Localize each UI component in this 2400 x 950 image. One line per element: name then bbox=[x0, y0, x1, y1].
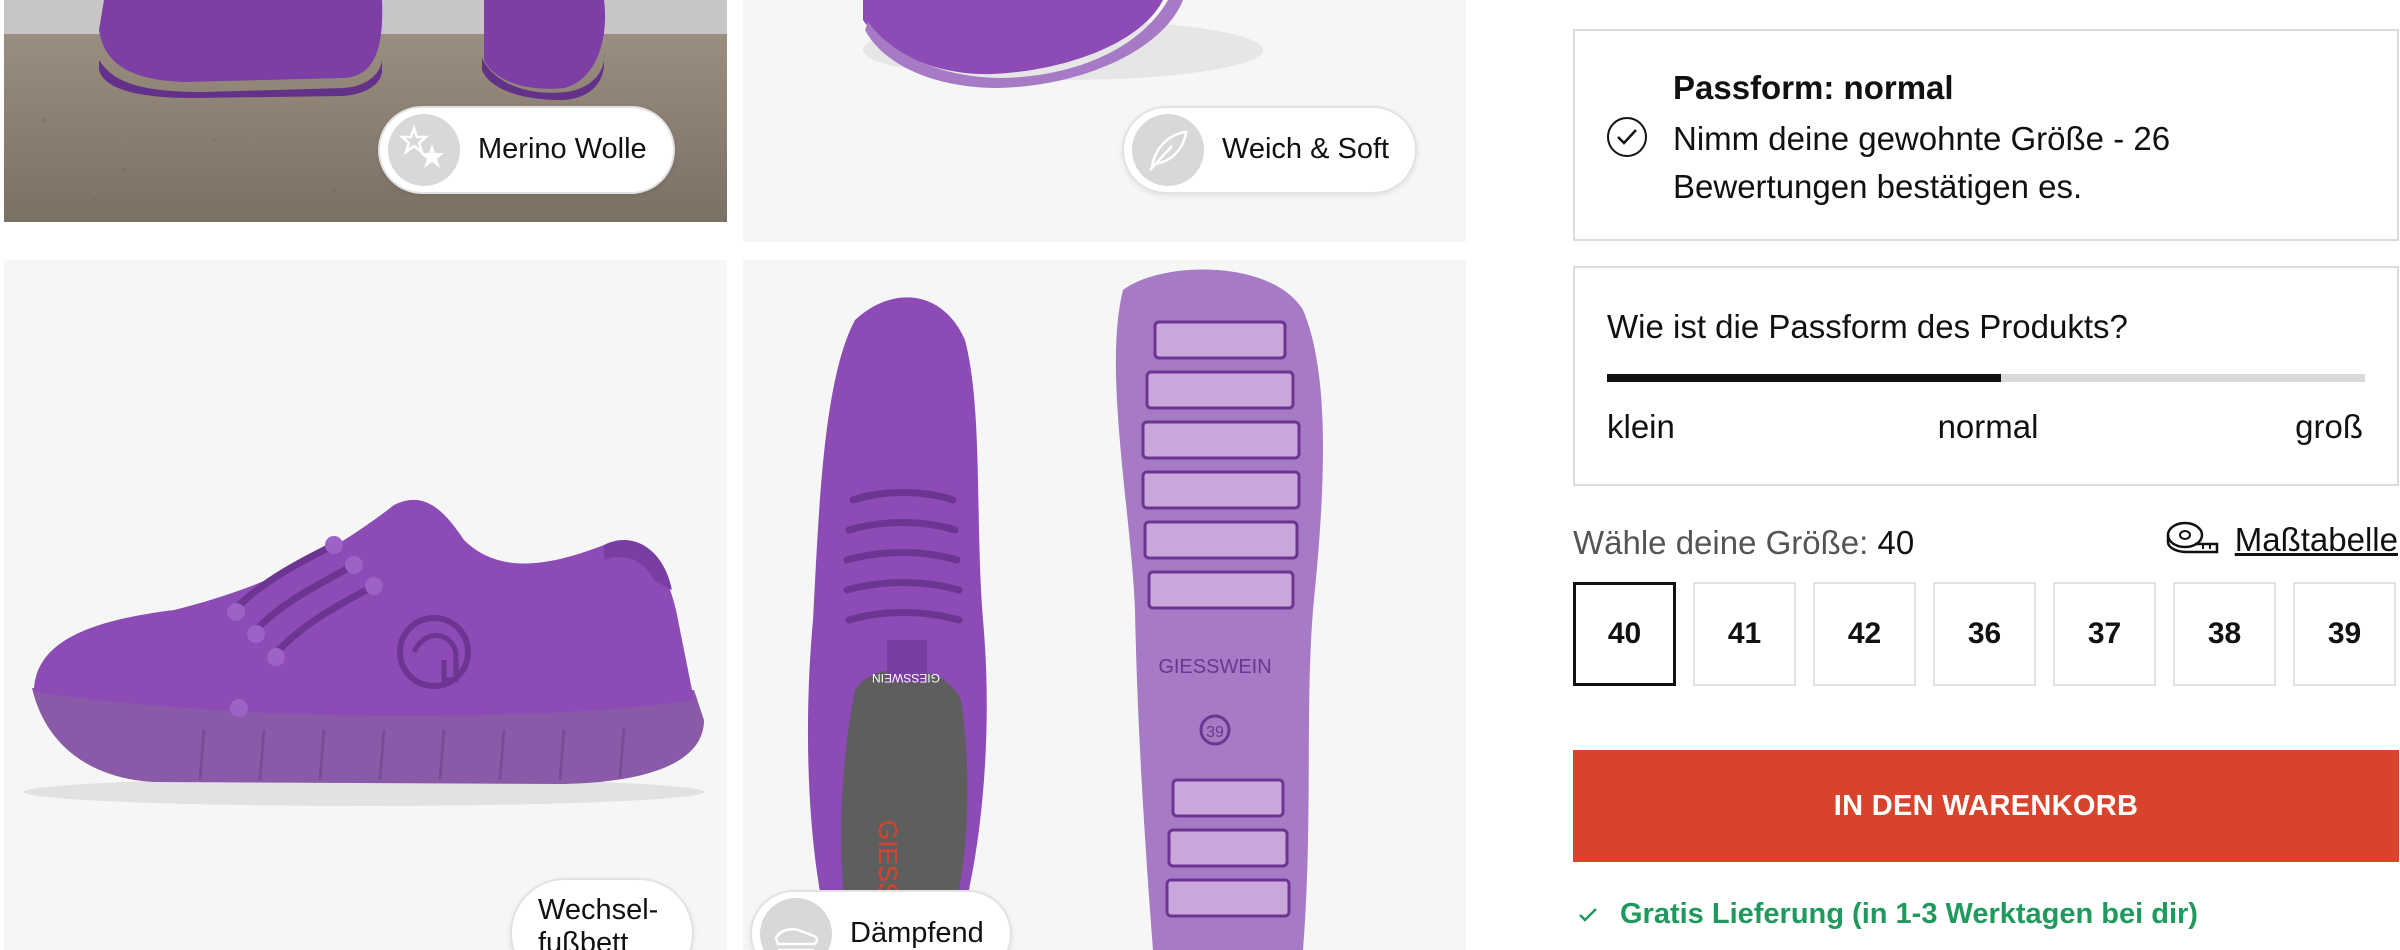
fit-scale-large: groß bbox=[2295, 408, 2363, 445]
fit-summary-box: Passform: normal Nimm deine gewohnte Grö… bbox=[1573, 29, 2399, 241]
shoe-side-photo bbox=[24, 499, 704, 806]
fit-survey-box: Wie ist die Passform des Produkts? klein… bbox=[1573, 266, 2399, 486]
size-option[interactable]: 36 bbox=[1933, 582, 2036, 686]
size-option[interactable]: 37 bbox=[2053, 582, 2156, 686]
badge-footbed: Wechsel-fußbett bbox=[510, 878, 694, 950]
fit-text: Nimm deine gewohnte Größe - 26 Bewertung… bbox=[1673, 120, 2171, 205]
size-selector-label: Wähle deine Größe: 40 bbox=[1573, 524, 1915, 561]
sole-size-label: 39 bbox=[1206, 724, 1224, 741]
sole-brand-label: GIESSWEIN bbox=[1158, 656, 1271, 678]
fit-scale-normal: normal bbox=[1937, 408, 2039, 445]
badge-soft: Weich & Soft bbox=[1122, 106, 1418, 194]
size-option[interactable]: 40 bbox=[1573, 582, 1676, 686]
size-option[interactable]: 39 bbox=[2293, 582, 2396, 686]
delivery-text: Gratis Lieferung (in 1-3 Werktagen bei d… bbox=[1620, 898, 2198, 930]
size-option[interactable]: 42 bbox=[1813, 582, 1916, 686]
fit-survey-bar-fill bbox=[1607, 374, 2002, 382]
delivery-info: Gratis Lieferung (in 1-3 Werktagen bei d… bbox=[1578, 898, 2198, 931]
selected-size-value: 40 bbox=[1877, 524, 1915, 561]
fit-survey-question: Wie ist die Passform des Produkts? bbox=[1607, 308, 2128, 345]
tongue-brand-label: GIESSWEIN bbox=[872, 671, 940, 685]
product-image-soft[interactable]: Weich & Soft bbox=[743, 0, 1466, 242]
add-to-cart-button[interactable]: IN DEN WARENKORB bbox=[1573, 750, 2399, 862]
insole-logo: GIESS bbox=[873, 820, 903, 899]
fit-title: Passform: normal bbox=[1673, 69, 1954, 106]
feather-icon bbox=[1132, 114, 1204, 186]
sneaker-cushion-icon bbox=[760, 898, 832, 950]
product-image-merino[interactable]: Merino Wolle bbox=[4, 0, 727, 222]
size-option[interactable]: 38 bbox=[2173, 582, 2276, 686]
size-table-link[interactable]: Maßtabelle bbox=[2165, 520, 2398, 559]
badge-merino: Merino Wolle bbox=[378, 106, 675, 194]
measuring-tape-icon bbox=[2165, 520, 2219, 559]
stars-icon bbox=[388, 114, 460, 186]
shoe-top-and-sole-photo: GIESS GIESSWEIN GIESSWEIN 39 bbox=[807, 269, 1323, 950]
size-options: 40 41 42 36 37 38 39 bbox=[1573, 582, 2400, 686]
badge-cushion: Dämpfend bbox=[750, 890, 1012, 950]
size-option[interactable]: 41 bbox=[1693, 582, 1796, 686]
product-image-top-sole[interactable]: GIESS GIESSWEIN GIESSWEIN 39 Dämpfend bbox=[743, 260, 1466, 950]
product-image-side[interactable]: Wechsel-fußbett bbox=[4, 260, 727, 950]
check-circle-icon bbox=[1607, 117, 1647, 157]
fit-survey-bar bbox=[1607, 374, 2365, 382]
check-icon bbox=[1578, 898, 1598, 931]
